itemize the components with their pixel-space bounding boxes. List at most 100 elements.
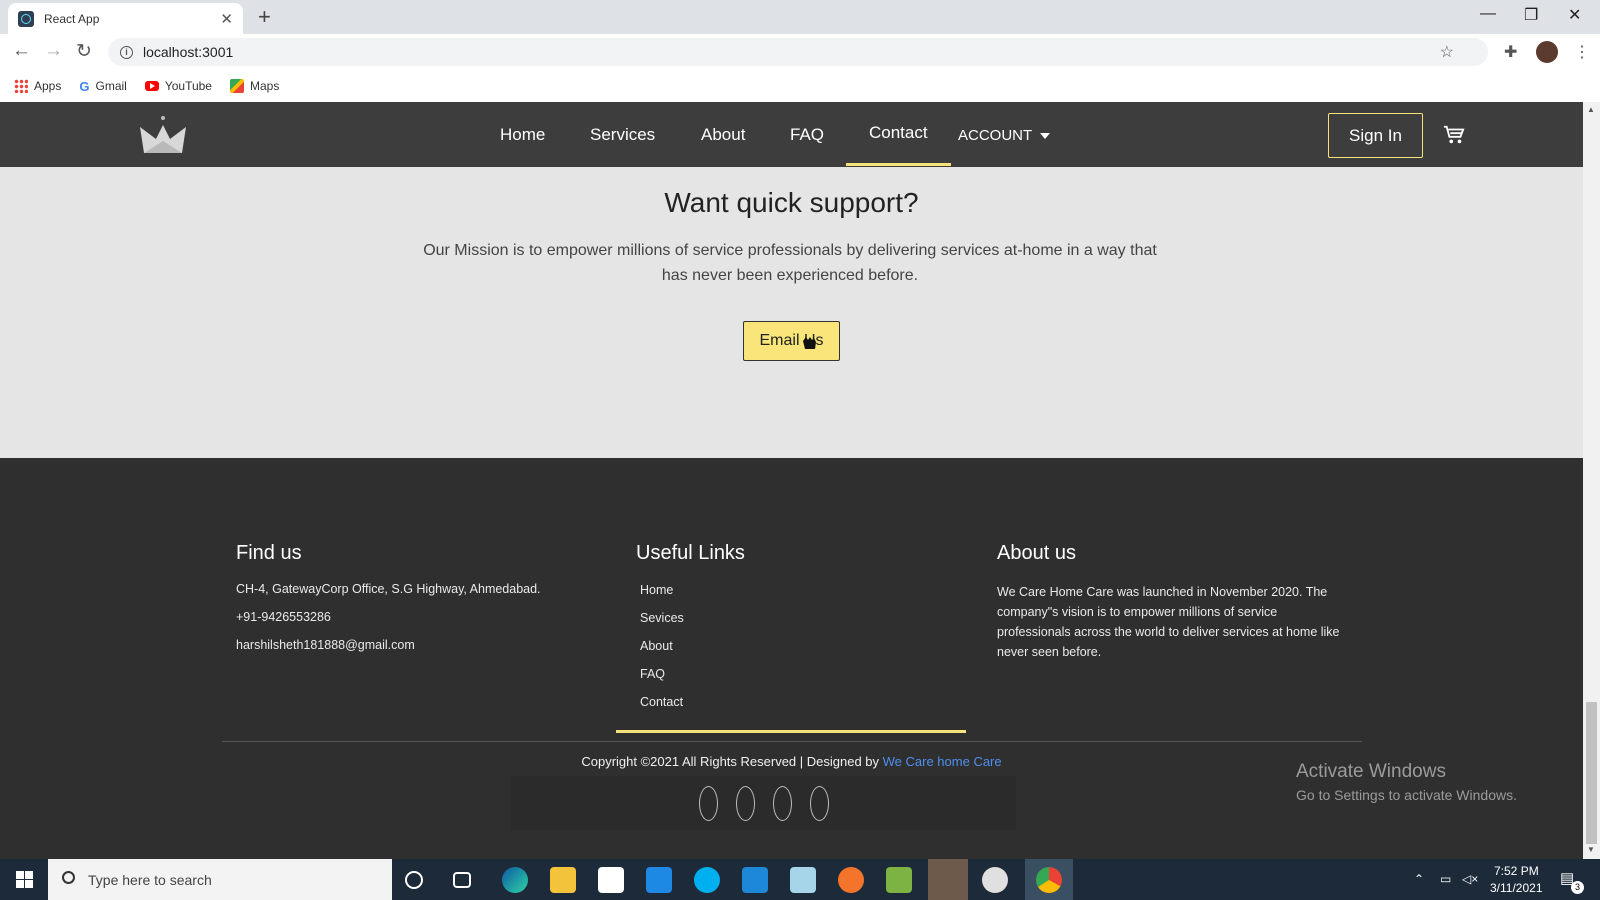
network-icon[interactable]: ▭ bbox=[1440, 872, 1451, 886]
notepad-icon[interactable] bbox=[790, 867, 816, 893]
browser-tab-strip: React App ✕ + — ❐ ✕ bbox=[0, 0, 1600, 34]
about-us-text: We Care Home Care was launched in Novemb… bbox=[997, 585, 1340, 659]
profile-avatar[interactable] bbox=[1536, 41, 1558, 63]
scrollbar-thumb[interactable] bbox=[1586, 702, 1597, 844]
search-placeholder: Type here to search bbox=[88, 871, 212, 888]
social-links bbox=[511, 776, 1016, 830]
react-favicon-icon bbox=[18, 10, 34, 27]
reload-icon[interactable]: ↻ bbox=[76, 40, 92, 63]
close-tab-icon[interactable]: ✕ bbox=[220, 10, 233, 28]
footer-link-faq[interactable]: FAQ bbox=[640, 664, 966, 692]
clock-date[interactable]: 3/11/2021 bbox=[1490, 881, 1543, 895]
file-explorer-icon[interactable] bbox=[550, 867, 576, 893]
sign-in-button[interactable]: Sign In bbox=[1328, 113, 1423, 158]
nav-home[interactable]: Home bbox=[500, 125, 545, 145]
email-us-button[interactable]: Email Us bbox=[743, 321, 840, 361]
youtube-icon bbox=[144, 81, 159, 91]
scroll-up-icon[interactable]: ▲ bbox=[1587, 105, 1595, 114]
extensions-icon[interactable]: ✚ bbox=[1504, 42, 1517, 62]
url-text: localhost:3001 bbox=[143, 44, 234, 60]
copyright-text: Copyright ©2021 All Rights Reserved | De… bbox=[581, 754, 883, 769]
site-navbar: Home Services About FAQ Contact ACCOUNT … bbox=[0, 102, 1583, 167]
minimize-icon[interactable]: — bbox=[1480, 5, 1496, 23]
footer-link-about[interactable]: About bbox=[640, 636, 966, 664]
apps-grid-icon bbox=[14, 79, 28, 93]
mail-icon[interactable] bbox=[646, 867, 672, 893]
nav-contact[interactable]: Contact bbox=[846, 123, 951, 166]
windows-taskbar: Type here to search ⌃ ▭ ◁× 7:52 PM 3/11/… bbox=[0, 859, 1600, 900]
hand-cursor-icon bbox=[803, 337, 816, 349]
social-icon[interactable] bbox=[772, 785, 792, 821]
cart-icon[interactable] bbox=[1443, 124, 1465, 146]
bookmark-maps[interactable]: Maps bbox=[229, 79, 280, 93]
bookmark-label: Gmail bbox=[95, 79, 127, 93]
task-view-icon[interactable] bbox=[453, 872, 471, 888]
footer-link-services[interactable]: Sevices bbox=[640, 608, 966, 636]
footer-link-contact[interactable]: Contact bbox=[640, 692, 966, 720]
store-icon[interactable] bbox=[598, 867, 624, 893]
sublime-icon[interactable] bbox=[886, 867, 912, 893]
nav-about[interactable]: About bbox=[701, 125, 745, 145]
google-icon: G bbox=[79, 79, 90, 94]
support-text: Our Mission is to empower millions of se… bbox=[423, 242, 1157, 284]
bookmark-apps[interactable]: Apps bbox=[14, 79, 61, 93]
bookmark-youtube[interactable]: YouTube bbox=[144, 79, 212, 93]
edge-icon[interactable] bbox=[502, 867, 528, 893]
phone-text: +91-9426553286 bbox=[236, 610, 331, 624]
page-scrollbar[interactable]: ▲ ▼ bbox=[1583, 102, 1600, 859]
find-us-heading: Find us bbox=[236, 542, 302, 564]
social-icon[interactable] bbox=[698, 785, 718, 821]
nav-faq[interactable]: FAQ bbox=[790, 125, 824, 145]
browser-tab[interactable]: React App ✕ bbox=[8, 3, 243, 34]
maps-icon bbox=[229, 79, 244, 93]
menu-icon[interactable]: ⋮ bbox=[1574, 42, 1590, 62]
github-icon[interactable] bbox=[928, 859, 968, 900]
back-icon[interactable]: ← bbox=[12, 40, 31, 62]
tray-chevron-icon[interactable]: ⌃ bbox=[1414, 872, 1424, 886]
clock-time[interactable]: 7:52 PM bbox=[1494, 864, 1539, 878]
account-dropdown[interactable]: ACCOUNT bbox=[958, 127, 1051, 144]
caret-down-icon bbox=[1040, 133, 1051, 140]
footer-divider bbox=[222, 741, 1362, 742]
nav-services[interactable]: Services bbox=[590, 125, 655, 145]
volume-muted-icon[interactable]: ◁× bbox=[1462, 872, 1478, 886]
email-text: harshilsheth181888@gmail.com bbox=[236, 638, 415, 652]
taskbar-search[interactable]: Type here to search bbox=[48, 859, 392, 900]
bookmarks-bar: Apps G Gmail YouTube Maps bbox=[0, 70, 1600, 102]
site-info-icon[interactable]: i bbox=[120, 45, 133, 59]
bookmark-label: YouTube bbox=[164, 79, 212, 93]
cortana-icon[interactable] bbox=[405, 871, 423, 889]
address-text: CH-4, GatewayCorp Office, S.G Highway, A… bbox=[236, 582, 541, 596]
bookmark-star-icon[interactable]: ☆ bbox=[1440, 42, 1454, 62]
social-icon[interactable] bbox=[809, 785, 829, 821]
forward-icon[interactable]: → bbox=[44, 40, 63, 62]
bookmark-label: Maps bbox=[249, 79, 280, 93]
bookmark-gmail[interactable]: G Gmail bbox=[79, 79, 127, 94]
page-viewport: Home Services About FAQ Contact ACCOUNT … bbox=[0, 102, 1583, 859]
skype-icon[interactable] bbox=[694, 867, 720, 893]
bookmark-label: Apps bbox=[34, 79, 62, 93]
search-icon bbox=[62, 871, 75, 884]
social-icon[interactable] bbox=[735, 785, 755, 821]
browser-toolbar: ← → ↻ i localhost:3001 ☆ ✚ ⋮ bbox=[0, 34, 1600, 70]
vscode-icon[interactable] bbox=[742, 867, 768, 893]
restore-icon[interactable]: ❐ bbox=[1524, 5, 1538, 25]
activate-windows-watermark: Activate Windows Go to Settings to activ… bbox=[1296, 761, 1517, 803]
tab-title: React App bbox=[44, 11, 100, 26]
account-label: ACCOUNT bbox=[958, 127, 1033, 144]
useful-links-list: Home Sevices About FAQ Contact bbox=[616, 580, 966, 733]
postman-icon[interactable] bbox=[838, 867, 864, 893]
new-tab-icon[interactable]: + bbox=[258, 4, 271, 30]
useful-links-heading: Useful Links bbox=[636, 542, 745, 564]
chrome-icon[interactable] bbox=[1036, 867, 1062, 893]
scroll-down-icon[interactable]: ▼ bbox=[1587, 845, 1595, 854]
footer-link-home[interactable]: Home bbox=[640, 580, 966, 608]
about-us-heading: About us bbox=[997, 542, 1076, 564]
app-icon[interactable] bbox=[982, 867, 1008, 893]
windows-start-icon[interactable] bbox=[16, 871, 33, 888]
close-window-icon[interactable]: ✕ bbox=[1568, 5, 1581, 25]
notification-count: 3 bbox=[1571, 881, 1584, 894]
crown-logo-icon[interactable] bbox=[138, 115, 188, 155]
address-bar[interactable]: i localhost:3001 ☆ bbox=[108, 38, 1488, 66]
brand-link[interactable]: We Care home Care bbox=[883, 754, 1002, 769]
